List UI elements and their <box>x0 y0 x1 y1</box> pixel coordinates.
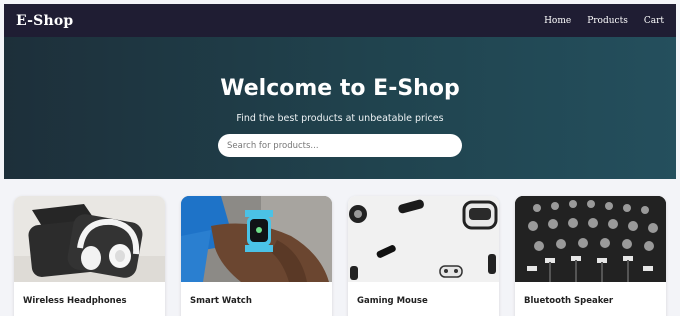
nav-link-products[interactable]: Products <box>587 16 628 26</box>
navbar: E-Shop Home Products Cart <box>4 4 676 37</box>
product-card-gaming-mouse[interactable]: Gaming Mouse <box>348 196 499 316</box>
product-name: Bluetooth Speaker <box>524 296 614 306</box>
product-card-bluetooth-speaker[interactable]: Bluetooth Speaker <box>515 196 666 316</box>
product-name: Wireless Headphones <box>23 296 127 306</box>
product-name: Smart Watch <box>190 296 252 306</box>
product-image-mixer-console <box>515 196 666 282</box>
hero-title: Welcome to E-Shop <box>220 76 460 101</box>
hero-subtitle: Find the best products at unbeatable pri… <box>236 113 444 124</box>
product-image-gaming-accessories <box>348 196 499 282</box>
nav-link-home[interactable]: Home <box>544 16 571 26</box>
product-grid: Wireless Headphones Smart Watch Gaming M… <box>14 196 666 316</box>
product-name: Gaming Mouse <box>357 296 428 306</box>
product-image-headphones <box>14 196 165 282</box>
hero-banner: Welcome to E-Shop Find the best products… <box>4 37 676 179</box>
nav-links: Home Products Cart <box>544 16 664 26</box>
nav-link-cart[interactable]: Cart <box>644 16 664 26</box>
brand-logo[interactable]: E-Shop <box>16 13 73 29</box>
product-card-smart-watch[interactable]: Smart Watch <box>181 196 332 316</box>
search-input[interactable] <box>218 134 462 157</box>
page: E-Shop Home Products Cart Welcome to E-S… <box>4 4 676 316</box>
product-card-wireless-headphones[interactable]: Wireless Headphones <box>14 196 165 316</box>
product-image-smartwatch <box>181 196 332 282</box>
